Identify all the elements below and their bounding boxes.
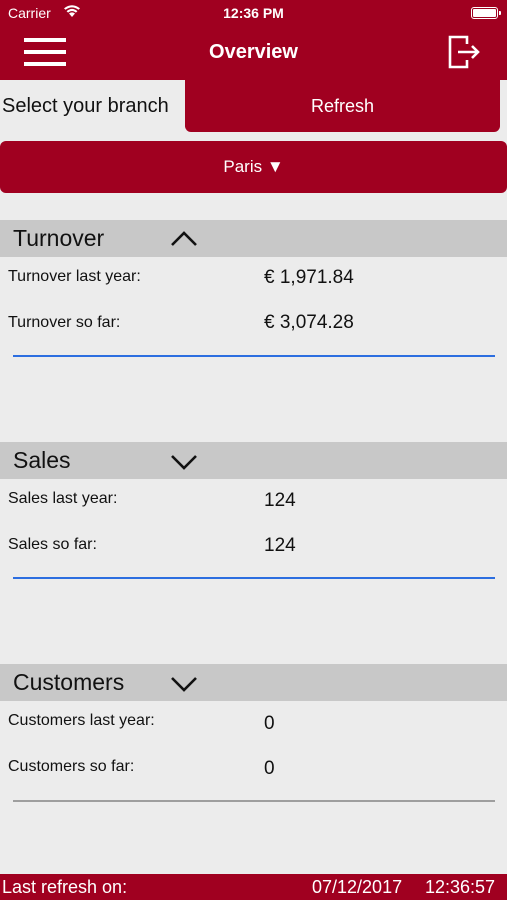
page-title: Overview — [209, 41, 298, 63]
turnover-section-header[interactable]: Turnover — [0, 220, 507, 257]
sales-progress-bar — [13, 577, 495, 579]
sales-last-year-label: Sales last year: — [8, 490, 118, 507]
last-refresh-date: 07/12/2017 — [312, 877, 403, 897]
chevron-down-icon[interactable] — [170, 452, 198, 470]
section-title: Customers — [13, 669, 125, 695]
customers-progress-bar — [13, 800, 495, 802]
turnover-last-year-value: € 1,971.84 — [264, 267, 354, 288]
customers-so-far-label: Customers so far: — [8, 758, 135, 775]
status-time: 12:36 PM — [223, 5, 284, 21]
branch-label: Select your branch — [2, 95, 169, 117]
section-title: Turnover — [13, 225, 105, 251]
turnover-last-year-label: Turnover last year: — [8, 268, 141, 285]
battery-icon — [471, 7, 501, 19]
last-refresh-time: 12:36:57 — [425, 877, 496, 897]
logout-icon[interactable] — [447, 34, 481, 70]
chevron-down-icon[interactable] — [170, 674, 198, 692]
turnover-so-far-value: € 3,074.28 — [264, 312, 354, 333]
sales-so-far-value: 124 — [264, 535, 296, 556]
refresh-button[interactable]: Refresh — [185, 80, 500, 132]
turnover-progress-bar — [13, 355, 495, 357]
customers-section: Customers Customers last year: 0 Custome… — [0, 664, 507, 804]
sales-section: Sales Sales last year: 124 Sales so far:… — [0, 442, 507, 582]
chevron-up-icon[interactable] — [170, 230, 198, 248]
sales-last-year-value: 124 — [264, 490, 296, 511]
sales-section-header[interactable]: Sales — [0, 442, 507, 479]
customers-section-header[interactable]: Customers — [0, 664, 507, 701]
customers-last-year-value: 0 — [264, 713, 275, 734]
footer-bar: Last refresh on: 07/12/2017 12:36:57 — [0, 874, 507, 900]
sales-so-far-label: Sales so far: — [8, 536, 97, 553]
nav-bar: Carrier 12:36 PM Overview — [0, 0, 507, 80]
last-refresh-label: Last refresh on: — [2, 877, 128, 897]
customers-last-year-label: Customers last year: — [8, 712, 155, 729]
section-title: Sales — [13, 447, 71, 473]
status-bar: Carrier 12:36 PM — [0, 0, 507, 26]
turnover-so-far-label: Turnover so far: — [8, 314, 121, 331]
branch-dropdown[interactable]: Paris ▼ — [0, 141, 507, 193]
turnover-section: Turnover Turnover last year: € 1,971.84 … — [0, 220, 507, 360]
customers-so-far-value: 0 — [264, 758, 275, 779]
